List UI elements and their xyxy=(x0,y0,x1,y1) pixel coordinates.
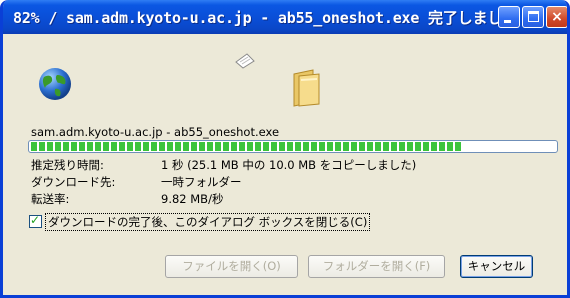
transfer-animation xyxy=(31,38,351,118)
checkmark-icon: ✓ xyxy=(30,213,41,227)
time-remaining-value: 1 秒 (25.1 MB 中の 10.0 MB をコピーしました) xyxy=(161,158,417,172)
download-destination-label: ダウンロード先: xyxy=(31,175,116,189)
minimize-button[interactable] xyxy=(498,6,520,28)
folder-icon xyxy=(293,69,320,107)
minimize-icon xyxy=(504,20,511,23)
close-on-complete-checkbox[interactable]: ✓ xyxy=(29,213,42,228)
transfer-rate-value: 9.82 MB/秒 xyxy=(161,192,224,206)
open-file-button[interactable]: ファイルを開く(O) xyxy=(165,255,298,278)
globe-icon xyxy=(39,68,71,100)
title-bar[interactable]: 82% / sam.adm.kyoto-u.ac.jp - ab55_onesh… xyxy=(3,0,567,34)
progress-bar xyxy=(28,140,558,153)
download-dialog: 82% / sam.adm.kyoto-u.ac.jp - ab55_onesh… xyxy=(0,0,570,298)
transfer-rate-label: 転送率: xyxy=(31,192,70,206)
time-remaining-label: 推定残り時間: xyxy=(31,158,104,172)
maximize-button[interactable] xyxy=(522,6,544,28)
maximize-icon xyxy=(528,11,539,22)
dialog-body: sam.adm.kyoto-u.ac.jp - ab55_oneshot.exe… xyxy=(3,34,567,295)
flying-document-icon xyxy=(235,53,255,69)
cancel-button[interactable]: キャンセル xyxy=(460,255,533,278)
window-title: 82% / sam.adm.kyoto-u.ac.jp - ab55_onesh… xyxy=(13,9,517,27)
open-folder-button[interactable]: フォルダーを開く(F) xyxy=(308,255,445,278)
close-button[interactable]: × xyxy=(546,6,567,28)
close-icon: × xyxy=(551,9,563,25)
download-destination-value: 一時フォルダー xyxy=(161,175,242,189)
close-on-complete-label[interactable]: ダウンロードの完了後、このダイアログ ボックスを閉じる(C) xyxy=(44,213,371,231)
progress-fill xyxy=(31,142,461,151)
download-source: sam.adm.kyoto-u.ac.jp - ab55_oneshot.exe xyxy=(31,125,280,139)
